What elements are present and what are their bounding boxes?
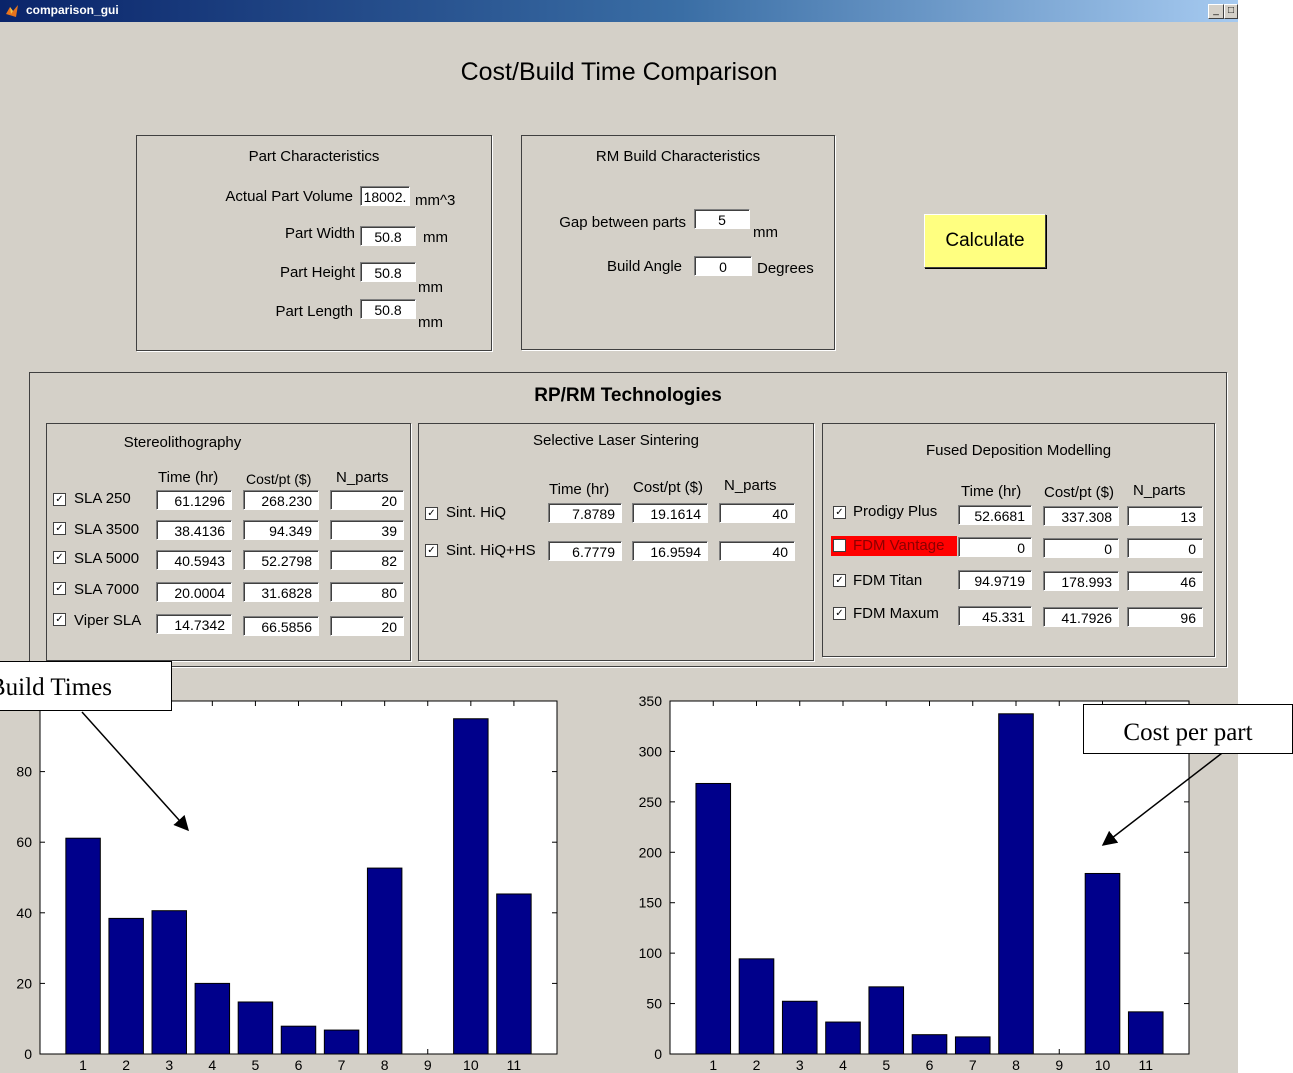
build-times-callout: Build Times	[0, 661, 172, 711]
cost-per-part-callout-text: Cost per part	[1123, 719, 1253, 746]
build-times-arrow	[81, 711, 190, 832]
cost-per-part-arrow	[1101, 749, 1227, 846]
build-times-callout-text: Build Times	[0, 674, 112, 701]
cost-per-part-callout: Cost per part	[1083, 704, 1293, 754]
callout-arrows	[81, 711, 1227, 846]
